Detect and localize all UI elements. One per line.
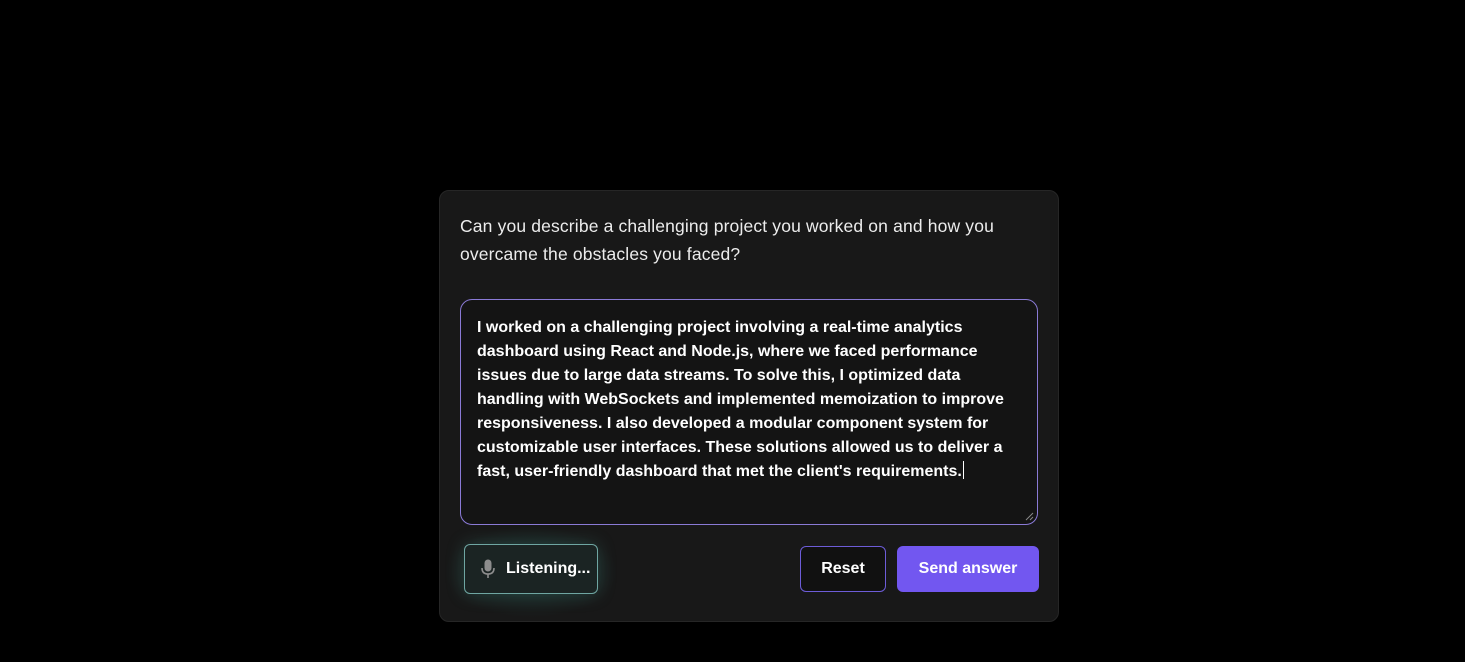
- listening-button[interactable]: Listening...: [464, 544, 598, 594]
- resize-handle-icon[interactable]: [1025, 512, 1034, 521]
- answer-textarea[interactable]: I worked on a challenging project involv…: [460, 299, 1038, 525]
- send-answer-button[interactable]: Send answer: [897, 546, 1039, 592]
- page: Can you describe a challenging project y…: [0, 0, 1465, 662]
- reset-label: Reset: [821, 560, 865, 577]
- answer-text: I worked on a challenging project involv…: [477, 319, 1009, 480]
- listening-label: Listening...: [506, 560, 591, 577]
- interview-question-card: Can you describe a challenging project y…: [439, 190, 1059, 622]
- question-text: Can you describe a challenging project y…: [460, 216, 994, 264]
- text-caret: [962, 461, 964, 479]
- send-answer-label: Send answer: [918, 560, 1018, 577]
- reset-button[interactable]: Reset: [800, 546, 886, 592]
- microphone-icon: [479, 558, 497, 580]
